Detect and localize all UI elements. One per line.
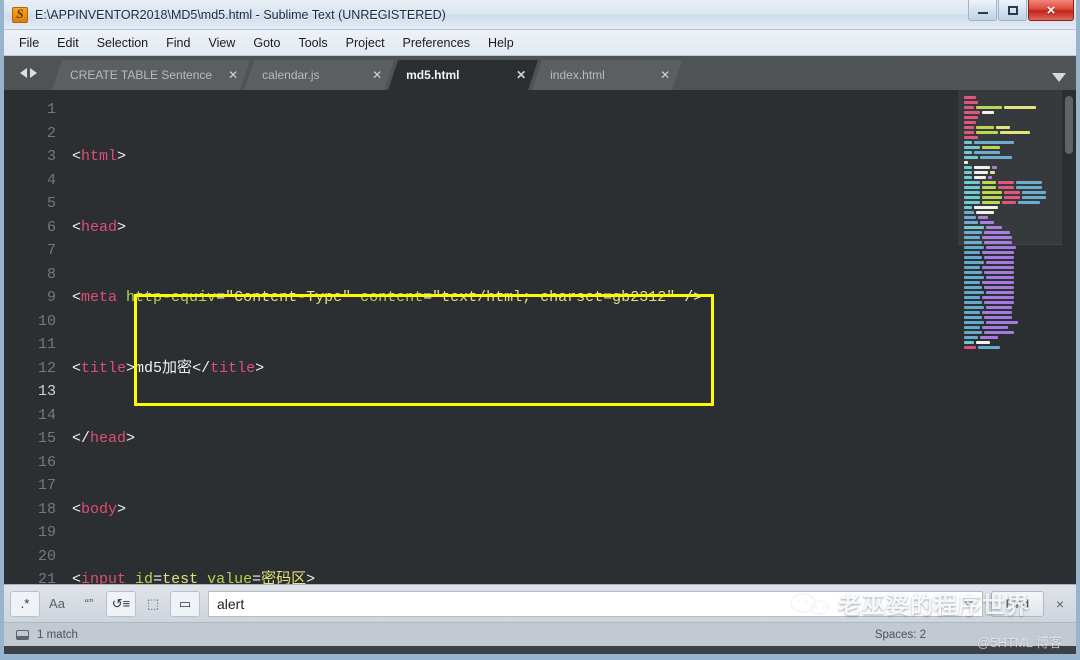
code-line-3[interactable]: <meta http-equiv="Content-Type" content=… (68, 286, 958, 310)
yellow-annotation-box (134, 294, 714, 406)
line-number: 17 (37, 477, 56, 494)
menu-item-project[interactable]: Project (337, 33, 394, 53)
code-line-6[interactable]: <body> (68, 498, 958, 522)
line-number: 6 (46, 218, 56, 236)
close-icon[interactable]: ✕ (366, 68, 382, 82)
menu-item-selection[interactable]: Selection (88, 33, 157, 53)
minimize-icon (977, 12, 988, 14)
wrap-toggle[interactable]: ↺≡ (106, 590, 136, 617)
close-icon[interactable]: ✕ (222, 68, 238, 82)
window-titlebar: E:\APPINVENTOR2018\MD5\md5.html - Sublim… (4, 0, 1076, 30)
editor-area: CREATE TABLE Sentence ✕ calendar.js ✕ md… (4, 56, 1076, 622)
chevron-down-icon[interactable] (963, 600, 974, 608)
code-minimap[interactable] (958, 90, 1062, 584)
menu-item-find[interactable]: Find (157, 33, 199, 53)
line-number: 15 (37, 430, 56, 447)
menu-item-view[interactable]: View (199, 33, 244, 53)
menu-item-edit[interactable]: Edit (48, 33, 88, 53)
menu-item-help[interactable]: Help (479, 33, 523, 53)
line-number: 5 (46, 195, 56, 212)
line-number-gutter: 1 2 3 4 5 6 7 8 9 10 11 12 13 14 15 16 1… (4, 90, 68, 584)
tab-calendar-js[interactable]: calendar.js ✕ (244, 60, 394, 90)
minimize-button[interactable] (968, 0, 997, 21)
find-bar: .* Aa “” ↺≡ ⬚ ▭ alert Find × (4, 584, 1076, 622)
line-number: 9 (46, 289, 56, 306)
case-sensitive-toggle[interactable]: Aa (42, 591, 72, 617)
tab-label: md5.html (406, 68, 460, 82)
minimap-viewport[interactable] (958, 90, 1062, 245)
line-number: 2 (46, 124, 56, 142)
line-number: 14 (37, 406, 56, 424)
tab-nav-arrows[interactable] (4, 56, 52, 90)
code-region: 1 2 3 4 5 6 7 8 9 10 11 12 13 14 15 16 1… (4, 90, 1076, 584)
code-line-1[interactable]: <html> (68, 145, 958, 169)
status-bar: 1 match Spaces: 2 (4, 622, 1076, 646)
line-number: 19 (37, 524, 56, 541)
search-input-value: alert (217, 595, 245, 612)
line-number-current: 13 (37, 383, 56, 400)
sublime-text-window: E:\APPINVENTOR2018\MD5\md5.html - Sublim… (0, 0, 1080, 660)
menu-item-file[interactable]: File (10, 33, 48, 53)
line-number: 16 (37, 453, 56, 471)
regex-toggle[interactable]: .* (10, 590, 40, 617)
menu-item-tools[interactable]: Tools (289, 33, 336, 53)
highlight-results-toggle[interactable]: ▭ (170, 590, 200, 617)
indentation-status[interactable]: Spaces: 2 (875, 629, 926, 641)
match-count-text: 1 match (37, 628, 78, 641)
maximize-icon (1007, 5, 1018, 15)
chevron-down-icon[interactable] (1052, 73, 1066, 82)
window-controls: × (967, 0, 1074, 22)
scrollbar-thumb[interactable] (1065, 96, 1073, 154)
menu-item-preferences[interactable]: Preferences (394, 33, 479, 53)
code-line-7[interactable]: <input id=test value=密码区> (68, 568, 958, 584)
maximize-button[interactable] (998, 0, 1027, 21)
close-icon[interactable]: ✕ (654, 68, 670, 82)
menu-bar: File Edit Selection Find View Goto Tools… (4, 30, 1076, 56)
panel-icon[interactable] (16, 629, 29, 640)
tab-index-html[interactable]: index.html ✕ (532, 60, 682, 90)
tab-label: index.html (550, 68, 605, 82)
chevron-left-icon[interactable] (19, 68, 27, 78)
search-input[interactable]: alert (208, 590, 983, 617)
sublime-text-icon (12, 6, 28, 23)
close-window-button[interactable]: × (1028, 0, 1074, 21)
line-number: 8 (46, 265, 56, 283)
in-selection-toggle[interactable]: ⬚ (138, 591, 168, 617)
close-icon[interactable]: ✕ (510, 68, 526, 82)
window-title: E:\APPINVENTOR2018\MD5\md5.html - Sublim… (35, 7, 446, 22)
tab-label: CREATE TABLE Sentence (70, 68, 213, 82)
tab-bar: CREATE TABLE Sentence ✕ calendar.js ✕ md… (4, 56, 1076, 90)
line-number: 11 (37, 336, 56, 353)
line-number: 12 (37, 359, 56, 377)
tab-label: calendar.js (262, 68, 320, 82)
menu-item-goto[interactable]: Goto (244, 33, 289, 53)
whole-word-toggle[interactable]: “” (74, 591, 104, 617)
close-icon: × (1046, 1, 1056, 19)
line-number: 18 (37, 500, 56, 518)
code-line-5[interactable]: </head> (68, 427, 958, 451)
close-findbar-icon[interactable]: × (1052, 596, 1068, 612)
find-button[interactable]: Find (990, 590, 1044, 617)
tab-create-table-sentence[interactable]: CREATE TABLE Sentence ✕ (52, 60, 250, 90)
line-number: 21 (37, 571, 56, 584)
line-number: 3 (46, 148, 56, 165)
code-line-4[interactable]: <title>md5加密</title> (68, 357, 958, 381)
code-line-2[interactable]: <head> (68, 216, 958, 240)
tab-md5-html[interactable]: md5.html ✕ (388, 60, 538, 90)
vertical-scrollbar[interactable] (1062, 90, 1076, 584)
line-number: 20 (37, 547, 56, 565)
line-number: 1 (46, 101, 56, 118)
code-text-area[interactable]: <html> <head> <meta http-equiv="Content-… (68, 90, 958, 584)
line-number: 4 (46, 171, 56, 189)
chevron-right-icon[interactable] (29, 68, 37, 78)
line-number: 7 (46, 242, 56, 259)
line-number: 10 (37, 312, 56, 330)
